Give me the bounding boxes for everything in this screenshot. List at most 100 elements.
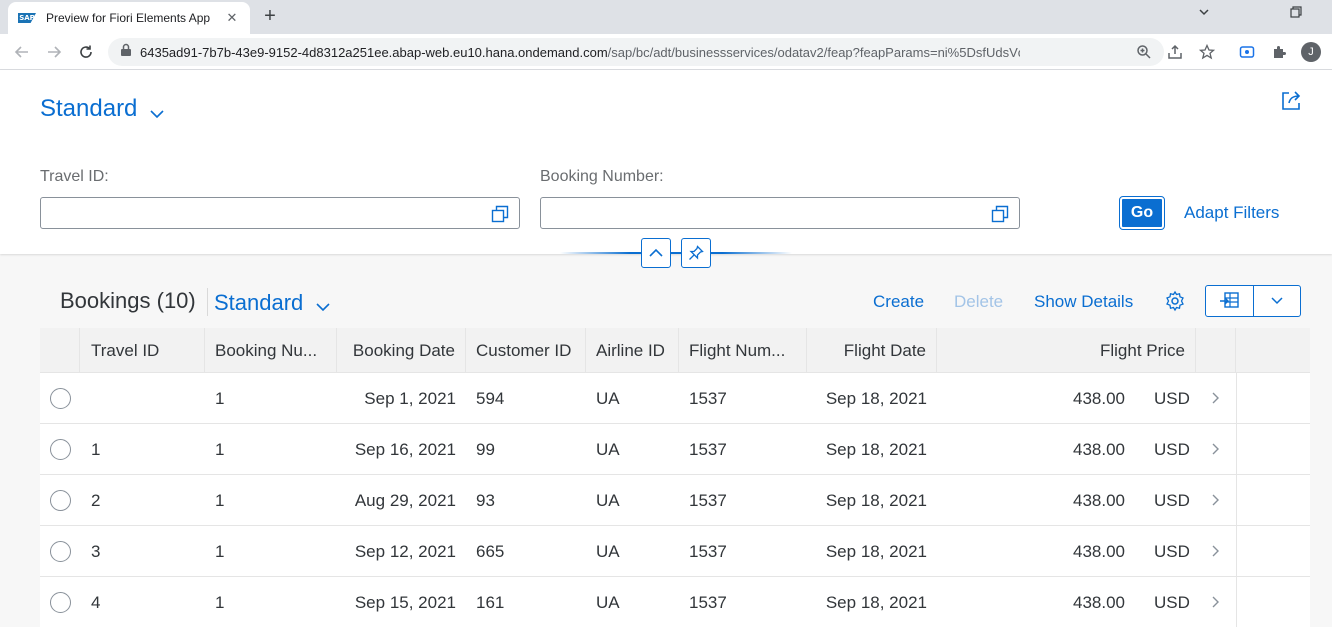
zoom-icon[interactable] xyxy=(1135,43,1153,61)
table-header-row: Travel ID Booking Nu... Booking Date Cus… xyxy=(40,328,1310,373)
column-header-airline-id[interactable]: Airline ID xyxy=(586,328,679,373)
column-header-customer-id[interactable]: Customer ID xyxy=(466,328,586,373)
table-row[interactable]: 4 1 Sep 15, 2021 161 UA 1537 Sep 18, 202… xyxy=(40,577,1310,627)
back-icon[interactable] xyxy=(12,42,32,62)
column-header-flight-number[interactable]: Flight Num... xyxy=(679,328,807,373)
table-row[interactable]: 1 1 Sep 16, 2021 99 UA 1537 Sep 18, 2021… xyxy=(40,424,1310,475)
create-button[interactable]: Create xyxy=(873,292,924,312)
chevron-right-icon[interactable] xyxy=(1210,391,1220,410)
chevron-right-icon[interactable] xyxy=(1210,544,1220,563)
cell-flight-number: 1537 xyxy=(689,593,727,612)
row-divider xyxy=(1236,424,1237,474)
cell-booking-date: Sep 1, 2021 xyxy=(364,389,456,408)
row-divider xyxy=(1236,373,1237,423)
booking-number-label: Booking Number: xyxy=(540,168,664,185)
browser-tab-strip: SAP Preview for Fiori Elements App ✕ + xyxy=(0,0,1332,34)
extensions-puzzle-icon[interactable] xyxy=(1270,43,1288,61)
row-select-radio[interactable] xyxy=(50,490,71,511)
page-variant-selector[interactable]: Standard xyxy=(40,92,165,126)
show-details-button[interactable]: Show Details xyxy=(1034,292,1133,312)
settings-gear-icon[interactable] xyxy=(1164,290,1186,317)
cell-flight-date: Sep 18, 2021 xyxy=(825,440,927,459)
column-header-booking-number[interactable]: Booking Nu... xyxy=(205,328,337,373)
chevron-up-icon xyxy=(649,248,663,257)
row-divider xyxy=(1236,526,1237,576)
adapt-filters-button[interactable]: Adapt Filters xyxy=(1184,203,1279,223)
tab-close-icon[interactable]: ✕ xyxy=(224,10,240,26)
cell-travel-id xyxy=(81,373,101,424)
forward-icon[interactable] xyxy=(44,42,64,62)
row-select-radio[interactable] xyxy=(50,439,71,460)
browser-tab[interactable]: SAP Preview for Fiori Elements App ✕ xyxy=(8,2,250,34)
column-header-booking-date[interactable]: Booking Date xyxy=(337,328,466,373)
row-select-radio[interactable] xyxy=(50,592,71,613)
share-icon[interactable] xyxy=(1280,90,1302,117)
cell-booking-number: 1 xyxy=(215,593,225,612)
cast-icon[interactable] xyxy=(1238,43,1256,61)
cell-flight-price: 438.00 xyxy=(1073,542,1125,561)
restore-window-icon[interactable] xyxy=(1290,6,1302,21)
cell-travel-id: 4 xyxy=(91,593,101,612)
table-row[interactable]: 1 Sep 1, 2021 594 UA 1537 Sep 18, 2021 4… xyxy=(40,373,1310,424)
table-variant-selector[interactable]: Standard xyxy=(214,288,331,318)
collapse-header-button[interactable] xyxy=(641,238,671,268)
cell-booking-date: Sep 15, 2021 xyxy=(354,593,456,612)
cell-flight-date: Sep 18, 2021 xyxy=(825,542,927,561)
cell-customer-id: 93 xyxy=(476,491,495,510)
booking-number-input[interactable] xyxy=(540,197,1020,229)
export-button-group xyxy=(1205,285,1301,317)
cell-flight-date: Sep 18, 2021 xyxy=(825,491,927,510)
chevron-down-icon xyxy=(315,292,331,318)
filter-bar-header: Standard Travel ID: Booking Number: Go A… xyxy=(0,70,1332,268)
cell-booking-number: 1 xyxy=(215,440,225,459)
column-header-flight-date[interactable]: Flight Date xyxy=(807,328,937,373)
cell-booking-date: Sep 16, 2021 xyxy=(354,440,456,459)
profile-avatar[interactable]: J xyxy=(1301,42,1321,62)
bookings-table: Travel ID Booking Nu... Booking Date Cus… xyxy=(40,328,1310,627)
share-page-icon[interactable] xyxy=(1166,43,1184,61)
table-title: Bookings (10) xyxy=(60,288,196,313)
row-select-radio[interactable] xyxy=(50,388,71,409)
cell-flight-number: 1537 xyxy=(689,491,727,510)
value-help-icon[interactable] xyxy=(991,205,1009,228)
cell-airline-id: UA xyxy=(596,542,620,561)
column-header-travel-id[interactable]: Travel ID xyxy=(80,328,205,373)
go-button[interactable]: Go xyxy=(1119,196,1165,230)
chevron-right-icon[interactable] xyxy=(1210,595,1220,614)
delete-button[interactable]: Delete xyxy=(954,292,1003,312)
row-divider xyxy=(1236,577,1237,627)
toolbar-separator xyxy=(207,288,208,316)
chevron-right-icon[interactable] xyxy=(1210,493,1220,512)
table-variant-title: Standard xyxy=(214,290,304,315)
cell-airline-id: UA xyxy=(596,491,620,510)
cell-flight-number: 1537 xyxy=(689,542,727,561)
cell-airline-id: UA xyxy=(596,440,620,459)
column-header-flight-price[interactable]: Flight Price xyxy=(937,328,1196,373)
cell-currency: USD xyxy=(1154,440,1190,459)
table-row[interactable]: 2 1 Aug 29, 2021 93 UA 1537 Sep 18, 2021… xyxy=(40,475,1310,526)
table-row[interactable]: 3 1 Sep 12, 2021 665 UA 1537 Sep 18, 202… xyxy=(40,526,1310,577)
export-spreadsheet-icon xyxy=(1220,292,1239,308)
url-path: /sap/bc/adt/businessservices/odatav2/fea… xyxy=(607,44,1020,60)
reload-icon[interactable] xyxy=(76,42,96,62)
bookmark-star-icon[interactable] xyxy=(1198,43,1216,61)
browser-toolbar: 6435ad91-7b7b-43e9-9152-4d8312a251ee.aba… xyxy=(0,34,1332,70)
pin-header-button[interactable] xyxy=(681,238,711,268)
cell-booking-date: Sep 12, 2021 xyxy=(354,542,456,561)
travel-id-input[interactable] xyxy=(40,197,520,229)
value-help-icon[interactable] xyxy=(491,205,509,228)
cell-booking-number: 1 xyxy=(215,542,225,561)
header-divider xyxy=(560,252,792,254)
new-tab-button[interactable]: + xyxy=(258,4,282,28)
address-bar[interactable]: 6435ad91-7b7b-43e9-9152-4d8312a251ee.aba… xyxy=(108,38,1164,66)
lock-icon xyxy=(120,43,132,62)
export-options-button[interactable] xyxy=(1254,286,1301,316)
tab-search-icon[interactable] xyxy=(1198,6,1210,21)
row-select-radio[interactable] xyxy=(50,541,71,562)
url-text: 6435ad91-7b7b-43e9-9152-4d8312a251ee.aba… xyxy=(140,45,1020,60)
cell-currency: USD xyxy=(1154,593,1190,612)
cell-booking-date: Aug 29, 2021 xyxy=(354,491,456,510)
export-button[interactable] xyxy=(1206,286,1253,316)
chevron-right-icon[interactable] xyxy=(1210,442,1220,461)
url-host: 6435ad91-7b7b-43e9-9152-4d8312a251ee.aba… xyxy=(140,44,608,60)
